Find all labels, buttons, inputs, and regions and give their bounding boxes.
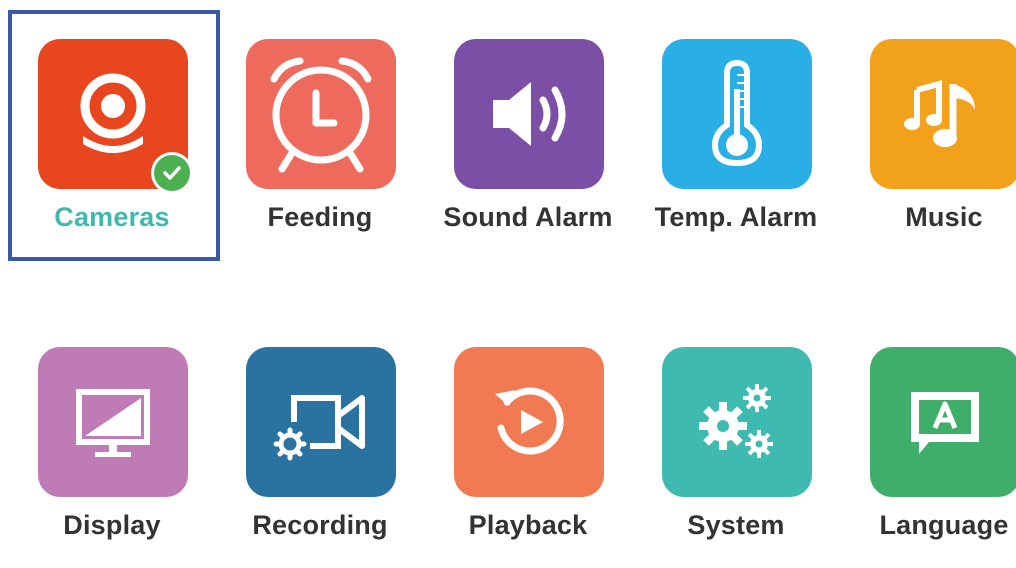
gears-icon: [687, 372, 787, 472]
menu-item-label: Display: [63, 510, 161, 540]
menu-item-playback[interactable]: Playback: [424, 318, 632, 568]
thermometer-icon: [687, 59, 787, 169]
selected-check-icon: [151, 152, 193, 194]
system-tile-bg: [662, 347, 812, 497]
feeding-tile-bg: [246, 39, 396, 189]
language-tile-bg: [870, 347, 1016, 497]
menu-item-label: Playback: [468, 510, 588, 540]
speaker-icon: [479, 64, 579, 164]
menu-item-label: Feeding: [267, 202, 373, 232]
menu-item-temp-alarm[interactable]: Temp. Alarm: [632, 10, 840, 260]
menu-item-label: Recording: [252, 510, 388, 540]
menu-item-label: Temp. Alarm: [654, 202, 818, 232]
alarm-clock-icon: [256, 49, 386, 179]
menu-item-cameras[interactable]: Cameras: [8, 10, 216, 260]
music-note-icon: [895, 64, 995, 164]
replay-icon: [479, 372, 579, 472]
menu-item-display[interactable]: Display: [8, 318, 216, 568]
menu-item-sound-alarm[interactable]: Sound Alarm: [424, 10, 632, 260]
recording-tile-bg: [246, 347, 396, 497]
menu-item-recording[interactable]: Recording: [216, 318, 424, 568]
menu-grid: Cameras Feeding Sound Alarm Temp. Alarm …: [0, 0, 1016, 542]
language-icon: [895, 372, 995, 472]
display-tile-bg: [38, 347, 188, 497]
menu-item-label: System: [687, 510, 785, 540]
camera-icon: [63, 64, 163, 164]
menu-item-music[interactable]: Music: [840, 10, 1016, 260]
menu-item-label: Sound Alarm: [443, 202, 613, 232]
monitor-icon: [63, 372, 163, 472]
playback-tile-bg: [454, 347, 604, 497]
menu-item-language[interactable]: Language: [840, 318, 1016, 568]
menu-item-label: Music: [905, 202, 983, 232]
temp-alarm-tile-bg: [662, 39, 812, 189]
menu-item-label: Cameras: [54, 202, 170, 232]
music-tile-bg: [870, 39, 1016, 189]
menu-item-feeding[interactable]: Feeding: [216, 10, 424, 260]
video-camera-icon: [266, 372, 376, 472]
cameras-tile-bg: [38, 39, 193, 194]
menu-item-system[interactable]: System: [632, 318, 840, 568]
sound-alarm-tile-bg: [454, 39, 604, 189]
menu-item-label: Language: [879, 510, 1009, 540]
